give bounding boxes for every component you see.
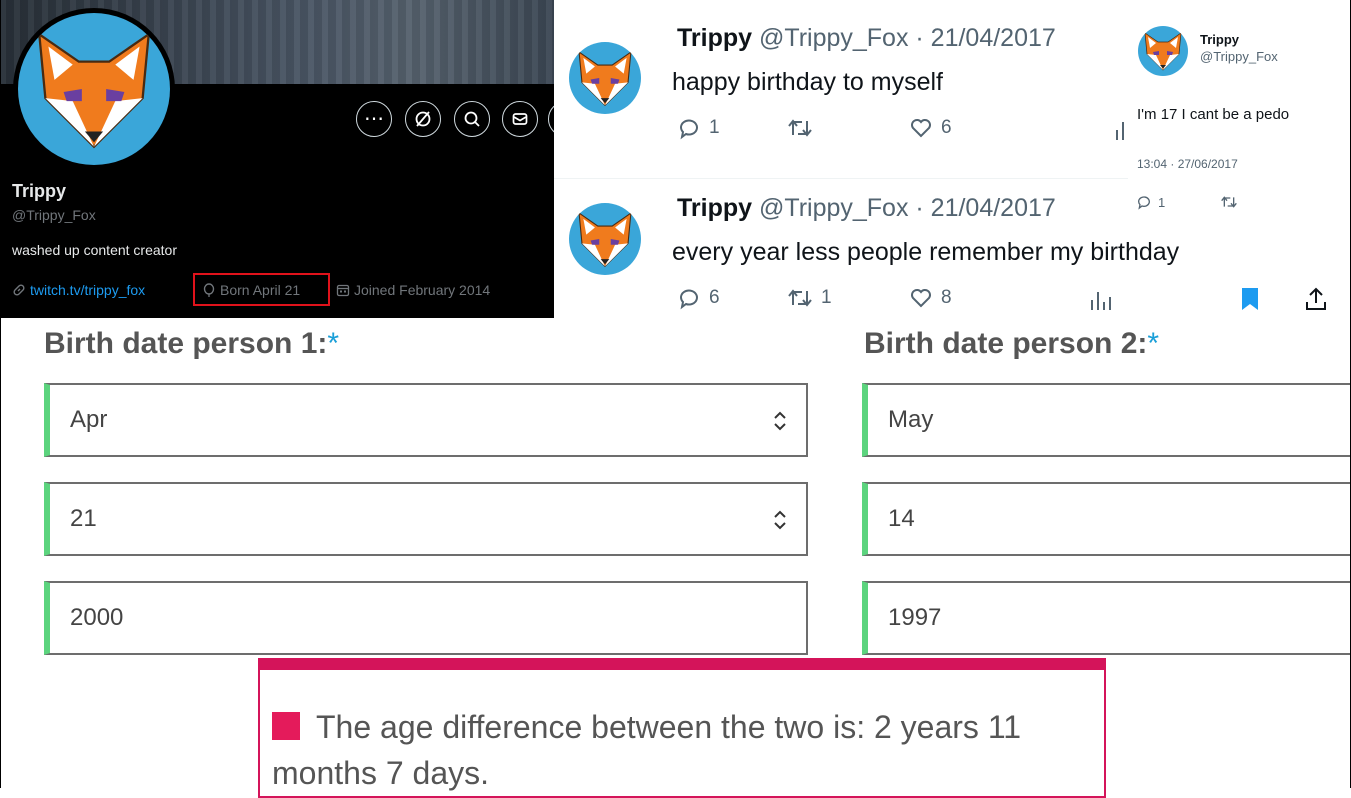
- person2-label-text: Birth date person 2:: [864, 327, 1148, 360]
- embedded-tweet-author[interactable]: Trippy: [1200, 32, 1239, 47]
- profile-handle: @Trippy_Fox: [12, 207, 96, 223]
- more-icon: ⋯: [364, 108, 384, 130]
- fox-avatar-icon: [569, 42, 641, 114]
- frame-left: [0, 0, 1, 788]
- embedded-retweet-button[interactable]: [1220, 194, 1238, 210]
- tweet-handle-date[interactable]: @Trippy_Fox · 21/04/2017: [759, 24, 1056, 52]
- profile-joined: Joined February 2014: [336, 282, 490, 298]
- tweet-author[interactable]: Trippy: [677, 194, 752, 222]
- embedded-tweet-handle[interactable]: @Trippy_Fox: [1200, 49, 1278, 64]
- embedded-reply-button[interactable]: 1: [1136, 194, 1165, 210]
- reply-icon: [1138, 196, 1150, 210]
- retweet-count: 1: [821, 287, 832, 308]
- profile-avatar[interactable]: [13, 8, 175, 170]
- like-count: 6: [941, 117, 952, 138]
- grok-icon: [415, 111, 431, 127]
- grok-button[interactable]: [405, 101, 441, 137]
- search-button[interactable]: [454, 101, 490, 137]
- profile-birthday: Born April 21: [202, 282, 300, 298]
- person1-month-select[interactable]: Apr: [44, 383, 808, 457]
- embedded-tweet-actions: 1: [1128, 178, 1351, 223]
- required-mark: *: [327, 327, 340, 360]
- person2-day-value: 14: [888, 505, 915, 532]
- result-box: The age difference between the two is: 2…: [258, 658, 1106, 798]
- message-button[interactable]: [502, 101, 538, 137]
- profile-joined-text: Joined February 2014: [354, 282, 491, 298]
- views-button[interactable]: [1089, 288, 1111, 312]
- share-button[interactable]: [1304, 286, 1328, 312]
- person1-label-text: Birth date person 1:: [44, 327, 328, 360]
- required-mark: *: [1147, 327, 1160, 360]
- chevron-updown-icon: [774, 411, 786, 431]
- fox-avatar-icon: [18, 13, 170, 165]
- fox-avatar-icon: [1138, 26, 1188, 76]
- reply-count: 6: [709, 287, 720, 308]
- person2-year-input[interactable]: 1997: [862, 581, 1351, 655]
- embedded-tweet[interactable]: Trippy @Trippy_Fox I'm 17 I cant be a pe…: [1128, 0, 1351, 178]
- result-text: The age difference between the two is: 2…: [272, 704, 1072, 796]
- like-count: 8: [941, 287, 952, 308]
- tweet-text: every year less people remember my birth…: [672, 238, 1180, 266]
- retweet-icon: [788, 119, 812, 137]
- like-button[interactable]: 6: [909, 116, 952, 140]
- retweet-button[interactable]: [787, 116, 813, 140]
- profile-name: Trippy: [12, 181, 67, 201]
- reply-icon: [680, 289, 698, 310]
- balloon-icon: [203, 282, 215, 297]
- person2-month-select[interactable]: May: [862, 383, 1351, 457]
- link-icon: [13, 284, 25, 296]
- profile-link-text[interactable]: twitch.tv/trippy_fox: [30, 282, 145, 298]
- views-icon: [1091, 292, 1111, 310]
- person1-year-value: 2000: [70, 604, 124, 631]
- profile-bio: washed up content creator: [12, 242, 177, 258]
- fox-avatar-icon: [569, 203, 641, 275]
- bookmark-filled-icon: [1242, 288, 1258, 310]
- tweet-author[interactable]: Trippy: [677, 24, 752, 52]
- tweet-header: Trippy @Trippy_Fox · 21/04/2017: [677, 24, 1056, 53]
- result-square-icon: [272, 712, 300, 740]
- chevron-updown-icon: [774, 510, 786, 530]
- message-icon: [512, 113, 528, 125]
- embedded-tweet-avatar[interactable]: [1138, 26, 1188, 76]
- heart-icon: [911, 289, 931, 308]
- more-button[interactable]: ⋯: [356, 101, 392, 137]
- reply-icon: [680, 119, 698, 140]
- share-icon: [1306, 287, 1326, 310]
- like-button[interactable]: 8: [909, 286, 952, 310]
- reply-button[interactable]: 1: [677, 116, 720, 140]
- person1-day-value: 21: [70, 505, 97, 532]
- bookmark-button[interactable]: [1240, 286, 1260, 312]
- reply-count: 1: [709, 117, 720, 138]
- person2-year-value: 1997: [888, 604, 942, 631]
- person1-year-input[interactable]: 2000: [44, 581, 808, 655]
- profile-birthday-text: Born April 21: [220, 282, 301, 298]
- person1-month-value: Apr: [70, 406, 108, 433]
- retweet-icon: [788, 289, 812, 307]
- person1-label: Birth date person 1:*: [44, 327, 339, 361]
- person2-label: Birth date person 2:*: [864, 327, 1159, 361]
- tweet-handle-date[interactable]: @Trippy_Fox · 21/04/2017: [759, 194, 1056, 222]
- heart-icon: [911, 119, 931, 138]
- person2-day-select[interactable]: 14: [862, 482, 1351, 556]
- person1-day-select[interactable]: 21: [44, 482, 808, 556]
- person2-month-value: May: [888, 406, 934, 433]
- embedded-tweet-timestamp[interactable]: 13:04 · 27/06/2017: [1137, 157, 1238, 171]
- retweet-button[interactable]: 1: [787, 286, 832, 310]
- calendar-icon: [336, 284, 350, 297]
- tweet-avatar[interactable]: [569, 42, 641, 114]
- result-message: The age difference between the two is: 2…: [272, 709, 1022, 791]
- embedded-tweet-text: I'm 17 I cant be a pedo: [1137, 106, 1290, 123]
- tweet-text: happy birthday to myself: [672, 68, 943, 96]
- profile-panel: ⋯ Trippy @Trippy_Fox washed up content c…: [0, 0, 554, 318]
- embedded-reply-count: 1: [1158, 194, 1166, 210]
- search-icon: [464, 111, 480, 127]
- tweet-header: Trippy @Trippy_Fox · 21/04/2017: [677, 194, 1056, 223]
- reply-button[interactable]: 6: [677, 286, 720, 310]
- retweet-icon: [1221, 196, 1237, 208]
- profile-link[interactable]: twitch.tv/trippy_fox: [12, 282, 145, 298]
- tweet-avatar[interactable]: [569, 203, 641, 275]
